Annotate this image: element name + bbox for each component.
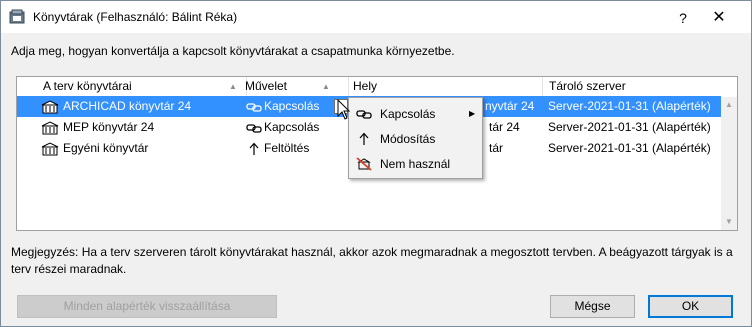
column-header-server[interactable]: Tároló szerver bbox=[543, 77, 721, 96]
instruction-text: Adja meg, hogyan konvertálja a kapcsolt … bbox=[11, 44, 455, 58]
not-used-icon bbox=[356, 157, 372, 171]
submenu-arrow-icon: ▶ bbox=[469, 109, 476, 118]
table-scrollbar[interactable]: ▲ ▼ bbox=[721, 97, 737, 230]
upload-arrow-icon bbox=[249, 142, 259, 155]
menu-item-modify[interactable]: Módosítás bbox=[349, 127, 482, 151]
ok-button[interactable]: OK bbox=[648, 295, 733, 318]
reset-defaults-button[interactable]: Minden alapérték visszaállítása bbox=[17, 295, 277, 318]
mouse-cursor-icon bbox=[337, 99, 351, 120]
server-value: Server-2021-01-31 (Alapérték) bbox=[548, 120, 711, 134]
title-bar: Könyvtárak (Felhasználó: Bálint Réka) ? … bbox=[1, 1, 751, 33]
location-value: tár bbox=[489, 141, 504, 155]
column-header-action[interactable]: Művelet bbox=[239, 77, 349, 96]
library-name: Egyéni könyvtár bbox=[63, 141, 149, 155]
cancel-button[interactable]: Mégse bbox=[550, 295, 635, 318]
libraries-dialog: Könyvtárak (Felhasználó: Bálint Réka) ? … bbox=[0, 0, 752, 327]
link-icon bbox=[246, 103, 262, 112]
sort-arrow-icon: ▲ bbox=[229, 82, 237, 91]
upload-arrow-icon bbox=[359, 132, 369, 145]
menu-item-label: Kapcsolás bbox=[380, 107, 436, 121]
location-value: tár 24 bbox=[489, 120, 520, 134]
menu-item-link[interactable]: Kapcsolás ▶ bbox=[349, 102, 482, 126]
library-icon bbox=[41, 142, 59, 156]
menu-item-label: Módosítás bbox=[380, 132, 436, 146]
library-name: ARCHICAD könyvtár 24 bbox=[63, 99, 192, 113]
help-button[interactable]: ? bbox=[669, 7, 697, 29]
sort-arrow-icon: ▲ bbox=[322, 82, 330, 91]
action-value: Feltöltés bbox=[264, 141, 310, 155]
scroll-up-icon[interactable]: ▲ bbox=[721, 97, 737, 113]
menu-item-not-used[interactable]: Nem használ bbox=[349, 152, 482, 176]
library-icon bbox=[41, 121, 59, 135]
scroll-down-icon[interactable]: ▼ bbox=[721, 214, 737, 230]
link-icon bbox=[246, 124, 262, 133]
library-name: MEP könyvtár 24 bbox=[63, 120, 155, 134]
action-value: Kapcsolás bbox=[264, 99, 320, 113]
libraries-app-icon bbox=[9, 9, 25, 24]
note-text: Megjegyzés: Ha a terv szerveren tárolt k… bbox=[11, 245, 733, 276]
location-value: nyvtár 24 bbox=[485, 99, 535, 113]
menu-item-label: Nem használ bbox=[380, 157, 451, 171]
server-value: Server-2021-01-31 (Alapérték) bbox=[548, 99, 711, 113]
link-icon bbox=[356, 110, 372, 119]
library-icon bbox=[41, 100, 59, 114]
action-value: Kapcsolás bbox=[264, 120, 320, 134]
column-header-location[interactable]: Hely bbox=[347, 77, 543, 96]
window-title: Könyvtárak (Felhasználó: Bálint Réka) bbox=[33, 10, 238, 24]
column-header-project-libraries[interactable]: A terv könyvtárai bbox=[37, 77, 247, 96]
action-context-menu: Kapcsolás ▶ Módosítás Nem használ bbox=[348, 97, 483, 179]
server-value: Server-2021-01-31 (Alapérték) bbox=[548, 141, 711, 155]
close-button[interactable]: ✕ bbox=[705, 7, 733, 29]
